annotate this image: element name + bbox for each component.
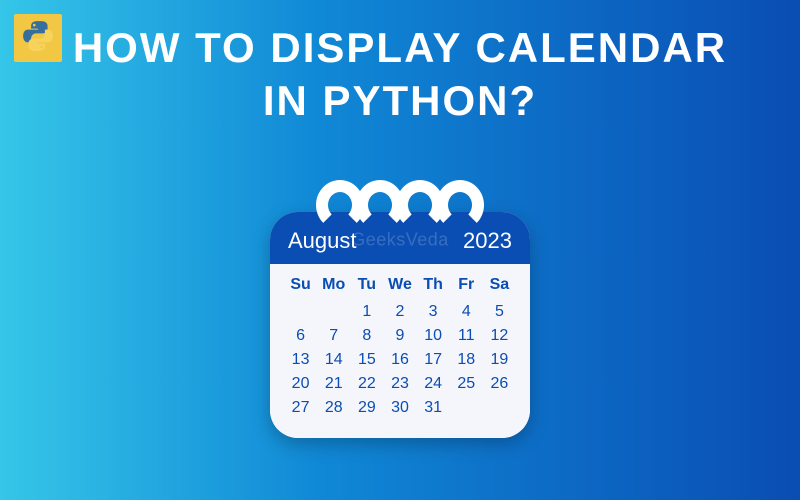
day-cell: 30 [383,396,416,420]
week-row: 1 2 3 4 5 [284,300,516,324]
day-cell: 13 [284,348,317,372]
day-cell: 10 [417,324,450,348]
weekday-header: Mo [317,272,350,300]
day-cell: 7 [317,324,350,348]
weekday-header: Fr [450,272,483,300]
day-cell: 18 [450,348,483,372]
day-cell: 24 [417,372,450,396]
day-cell: 25 [450,372,483,396]
day-cell: 29 [350,396,383,420]
day-cell: 5 [483,300,516,324]
day-cell [317,300,350,324]
day-cell: 26 [483,372,516,396]
weekday-row: Su Mo Tu We Th Fr Sa [284,272,516,300]
day-cell: 1 [350,300,383,324]
ring-icon [436,180,484,230]
week-row: 13 14 15 16 17 18 19 [284,348,516,372]
day-cell: 12 [483,324,516,348]
watermark-text: GeeksVeda [351,230,449,251]
week-row: 20 21 22 23 24 25 26 [284,372,516,396]
day-cell: 14 [317,348,350,372]
day-cell: 6 [284,324,317,348]
day-cell: 19 [483,348,516,372]
day-cell: 20 [284,372,317,396]
calendar-card: August GeeksVeda 2023 Su Mo Tu We Th Fr … [270,212,530,438]
week-row: 6 7 8 9 10 11 12 [284,324,516,348]
calendar-spiral-rings [270,180,530,230]
day-cell: 22 [350,372,383,396]
day-cell [483,396,516,420]
page-title: How to Display Calendar in Python? [0,0,800,127]
calendar-illustration: August GeeksVeda 2023 Su Mo Tu We Th Fr … [270,180,530,438]
day-cell: 4 [450,300,483,324]
day-cell: 23 [383,372,416,396]
day-cell [284,300,317,324]
title-line-2: in Python? [263,77,537,124]
day-cell: 3 [417,300,450,324]
weekday-header: Su [284,272,317,300]
day-cell [450,396,483,420]
calendar-year: 2023 [463,228,512,254]
weekday-header: Sa [483,272,516,300]
calendar-grid: Su Mo Tu We Th Fr Sa 1 2 3 [284,272,516,420]
day-cell: 9 [383,324,416,348]
day-cell: 27 [284,396,317,420]
day-cell: 21 [317,372,350,396]
calendar-body: Su Mo Tu We Th Fr Sa 1 2 3 [270,264,530,438]
day-cell: 17 [417,348,450,372]
title-line-1: How to Display Calendar [73,24,727,71]
day-cell: 11 [450,324,483,348]
weekday-header: Th [417,272,450,300]
python-logo-badge [14,14,62,62]
day-cell: 2 [383,300,416,324]
week-row: 27 28 29 30 31 [284,396,516,420]
calendar-month: August [288,228,357,254]
day-cell: 8 [350,324,383,348]
day-cell: 16 [383,348,416,372]
day-cell: 15 [350,348,383,372]
weekday-header: Tu [350,272,383,300]
day-cell: 31 [417,396,450,420]
python-logo-icon [21,19,55,58]
day-cell: 28 [317,396,350,420]
weekday-header: We [383,272,416,300]
